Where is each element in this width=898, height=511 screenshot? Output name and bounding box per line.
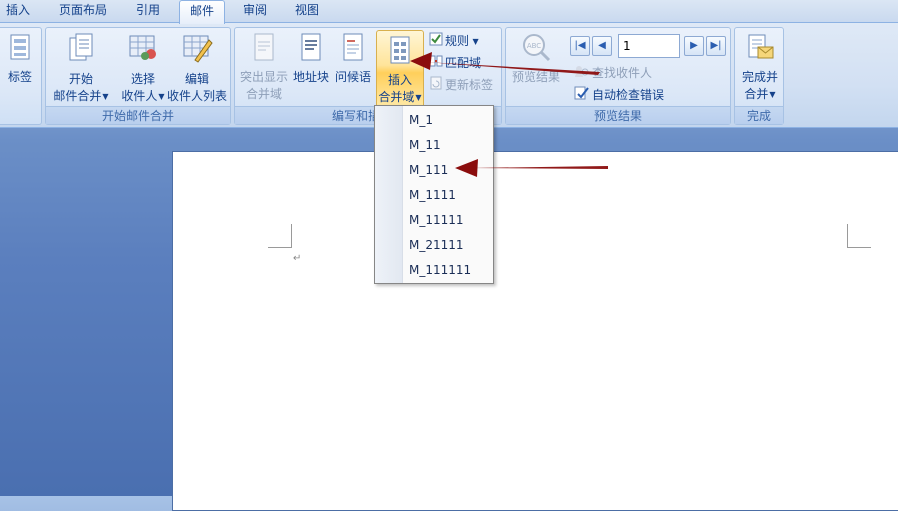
labels-icon — [1, 32, 39, 67]
highlight-merge-fields-button[interactable]: 突出显示 合并域 — [237, 32, 291, 103]
chevron-down-icon: ▼ — [769, 90, 776, 99]
last-record-button[interactable]: ▶| — [706, 36, 726, 56]
update-labels-button[interactable]: 更新标签 — [429, 76, 493, 94]
edit-recipient-list-label-1: 编辑 — [184, 72, 209, 86]
preview-results-icon: ABC — [508, 32, 564, 67]
record-number-input[interactable]: 1 — [618, 34, 680, 58]
group-start-mail-merge: 开始 邮件合并▼ 选择 收件人▼ 编辑 收件人列表 开始邮件合并 — [45, 27, 231, 125]
insert-merge-field-icon — [377, 35, 423, 70]
select-recipients-label-1: 选择 — [130, 72, 155, 86]
preview-results-button[interactable]: ABC 预览结果 — [508, 32, 564, 86]
next-record-icon: ▶ — [690, 40, 698, 51]
find-recipient-button[interactable]: 查找收件人 — [574, 64, 652, 82]
match-fields-icon — [429, 54, 443, 73]
highlight-merge-fields-label-2: 合并域 — [245, 87, 282, 101]
chevron-down-icon: ▼ — [415, 93, 422, 102]
rules-button[interactable]: 规则 ▼ — [429, 32, 479, 50]
update-labels-icon — [429, 76, 443, 95]
tab-insert[interactable]: 插入 — [0, 0, 36, 22]
select-recipients-button[interactable]: 选择 收件人▼ — [116, 32, 170, 105]
last-record-icon: ▶| — [710, 40, 722, 51]
group-create: 标签 — [0, 27, 42, 125]
address-block-button[interactable]: 地址块 — [291, 32, 331, 86]
find-recipient-label: 查找收件人 — [592, 66, 653, 80]
first-record-button[interactable]: |◀ — [570, 36, 590, 56]
address-block-label: 地址块 — [292, 70, 329, 84]
find-recipient-icon — [574, 64, 590, 83]
merge-field-item[interactable]: M_1 — [409, 109, 433, 131]
start-mail-merge-label-1: 开始 — [68, 72, 93, 86]
greeting-line-label: 问候语 — [334, 70, 371, 84]
group-preview-results-label: 预览结果 — [506, 106, 730, 124]
edit-recipient-list-icon — [164, 32, 230, 69]
merge-field-item[interactable]: M_1111 — [409, 184, 456, 206]
merge-field-item[interactable]: M_111111 — [409, 259, 471, 281]
svg-text:ABC: ABC — [527, 42, 541, 50]
group-finish: 完成并 合并▼ 完成 — [734, 27, 784, 125]
group-preview-results: ABC 预览结果 |◀ ◀ 1 ▶ ▶| 查找收件人 自动检查错误 预览结果 — [505, 27, 731, 125]
greeting-line-button[interactable]: 问候语 — [333, 32, 373, 86]
insert-merge-field-label-2: 合并域 — [378, 90, 415, 104]
labels-button-label: 标签 — [7, 70, 32, 84]
labels-button[interactable]: 标签 — [1, 32, 39, 86]
tab-references[interactable]: 引用 — [128, 0, 168, 22]
ribbon-tab-bar: 插入 页面布局 引用 邮件 审阅 视图 — [0, 0, 898, 24]
tab-mailings[interactable]: 邮件 — [179, 0, 225, 24]
update-labels-label: 更新标签 — [445, 78, 494, 92]
rules-icon — [429, 32, 443, 51]
chevron-down-icon: ▼ — [102, 92, 109, 101]
merge-field-item[interactable]: M_11111 — [409, 209, 464, 231]
merge-field-item[interactable]: M_111 — [409, 159, 448, 181]
edit-recipient-list-label-2: 收件人列表 — [166, 89, 227, 103]
tab-review[interactable]: 审阅 — [235, 0, 275, 22]
next-record-button[interactable]: ▶ — [684, 36, 704, 56]
previous-record-button[interactable]: ◀ — [592, 36, 612, 56]
select-recipients-label-2: 收件人 — [121, 89, 158, 103]
finish-and-merge-icon — [737, 32, 783, 67]
finish-and-merge-label-2: 合并 — [744, 87, 769, 101]
merge-field-item[interactable]: M_11 — [409, 134, 441, 156]
group-start-mail-merge-label: 开始邮件合并 — [46, 106, 230, 124]
highlight-merge-fields-icon — [237, 32, 291, 67]
address-block-icon — [291, 32, 331, 67]
match-fields-label: 匹配域 — [445, 56, 482, 70]
insert-merge-field-label-1: 插入 — [387, 73, 412, 87]
preview-results-label: 预览结果 — [511, 70, 560, 84]
start-mail-merge-button[interactable]: 开始 邮件合并▼ — [50, 32, 112, 105]
paragraph-mark: ↵ — [293, 253, 302, 264]
finish-and-merge-button[interactable]: 完成并 合并▼ — [737, 32, 783, 103]
margin-corner-mark — [268, 224, 292, 248]
dropdown-icon-stripe — [375, 106, 403, 283]
margin-corner-mark — [847, 224, 871, 248]
rules-label: 规则 — [445, 34, 470, 48]
edit-recipient-list-button[interactable]: 编辑 收件人列表 — [164, 32, 230, 105]
insert-merge-field-button[interactable]: 插入 合并域▼ — [376, 30, 424, 108]
tab-view[interactable]: 视图 — [287, 0, 327, 22]
document-page[interactable]: ↵ — [172, 151, 898, 511]
tab-page-layout[interactable]: 页面布局 — [50, 0, 116, 22]
auto-check-errors-button[interactable]: 自动检查错误 — [574, 86, 664, 104]
highlight-merge-fields-label-1: 突出显示 — [239, 70, 288, 84]
auto-check-errors-icon — [574, 86, 590, 105]
previous-record-icon: ◀ — [598, 40, 606, 51]
chevron-down-icon: ▼ — [470, 36, 479, 46]
merge-field-dropdown: M_1 M_11 M_111 M_1111 M_11111 M_21111 M_… — [374, 105, 494, 284]
first-record-icon: |◀ — [574, 40, 586, 51]
start-mail-merge-icon — [50, 32, 112, 69]
greeting-line-icon — [333, 32, 373, 67]
select-recipients-icon — [116, 32, 170, 69]
match-fields-button[interactable]: 匹配域 — [429, 54, 481, 72]
group-finish-label: 完成 — [735, 106, 783, 124]
start-mail-merge-label-2: 邮件合并 — [53, 89, 102, 103]
finish-and-merge-label-1: 完成并 — [741, 70, 778, 84]
merge-field-item[interactable]: M_21111 — [409, 234, 464, 256]
auto-check-errors-label: 自动检查错误 — [592, 88, 665, 102]
